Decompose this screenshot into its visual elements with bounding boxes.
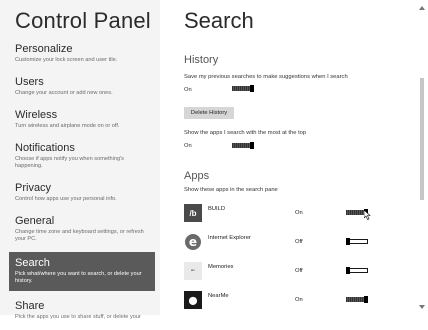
vertical-scrollbar[interactable] [418,6,426,309]
app-row-nearme: ⬤ NearMe On [184,291,414,313]
nav-item-share[interactable]: Share Pick the apps you use to share stu… [9,297,155,324]
app-name: Internet Explorer [208,235,251,241]
nearme-app-icon: ⬤ [184,291,202,309]
settings-list: Personalize Customize your lock screen a… [9,40,155,330]
nav-item-title: Personalize [15,43,73,55]
nav-item-desc: Customize your lock screen and user tile… [15,57,118,63]
app-state: On [295,210,303,216]
build-app-icon: /b [184,204,202,222]
app-toggle-internet-explorer[interactable] [346,238,368,245]
scroll-up-icon[interactable] [419,6,425,10]
nav-item-personalize[interactable]: Personalize Customize your lock screen a… [9,40,155,67]
app-row-build: /b BUILD On [184,204,414,226]
nav-item-users[interactable]: Users Change your account or add new one… [9,73,155,100]
control-panel-nav: Control Panel Personalize Customize your… [0,0,160,320]
nav-item-desc: Turn wireless and airplane mode on or of… [15,123,120,129]
nav-item-title: Search [15,257,50,269]
nav-item-desc: Pick what/where you want to search, or d… [15,271,142,284]
control-panel-title: Control Panel [15,8,151,33]
nav-item-general[interactable]: General Change time zone and keyboard se… [9,212,155,246]
memories-app-icon: ▪▫ [184,262,202,280]
nav-item-privacy[interactable]: Privacy Control how apps use your person… [9,179,155,206]
top-apps-toggle[interactable] [232,142,254,149]
nav-item-desc: Control how apps use your personal info. [15,196,117,202]
app-toggle-memories[interactable] [346,267,368,274]
app-row-memories: ▪▫ Memories Off [184,262,414,284]
toggle-knob [250,142,254,149]
app-state: Off [295,239,303,245]
mouse-cursor-icon [364,210,371,220]
app-name: Memories [208,264,234,270]
top-apps-label: Show the apps I search with the most at … [184,130,307,136]
toggle-knob [346,267,350,274]
nav-item-title: Notifications [15,142,75,154]
app-name: BUILD [208,206,226,212]
nav-item-desc: Change time zone and keyboard settings, … [15,229,144,242]
nav-item-desc: Choose if apps notify you when something… [15,156,124,169]
scroll-down-icon[interactable] [419,305,425,309]
nav-item-title: Privacy [15,182,52,194]
nav-item-desc: Pick the apps you use to share stuff, or… [15,314,141,320]
app-row-internet-explorer: e Internet Explorer Off [184,233,414,255]
app-state: On [295,297,303,303]
scrollbar-thumb[interactable] [420,78,424,200]
nav-item-wireless[interactable]: Wireless Turn wireless and airplane mode… [9,106,155,133]
save-searches-state: On [184,87,192,93]
app-state: Off [295,268,303,274]
nav-item-title: Wireless [15,109,58,121]
nav-item-title: Share [15,300,45,312]
app-name: NearMe [208,293,229,299]
nav-item-desc: Change your account or add new ones. [15,90,113,96]
apps-subtitle: Show these apps in the search pane [184,187,278,193]
nav-item-notifications[interactable]: Notifications Choose if apps notify you … [9,139,155,173]
toggle-knob [250,85,254,92]
nav-item-title: General [15,215,55,227]
internet-explorer-icon: e [184,233,202,251]
app-toggle-nearme[interactable] [346,296,368,303]
delete-history-button[interactable]: Delete History [184,107,234,119]
apps-heading: Apps [184,170,210,182]
svg-text:e: e [189,235,197,249]
search-settings-pane: Search History Save my previous searches… [172,0,412,315]
nav-item-search[interactable]: Search Pick what/where you want to searc… [9,252,155,291]
top-apps-state: On [184,143,192,149]
save-searches-toggle[interactable] [232,85,254,92]
page-title: Search [184,8,254,33]
save-searches-label: Save my previous searches to make sugges… [184,74,348,80]
toggle-knob [364,296,368,303]
history-heading: History [184,54,219,66]
toggle-knob [346,238,350,245]
nav-item-title: Users [15,76,44,88]
